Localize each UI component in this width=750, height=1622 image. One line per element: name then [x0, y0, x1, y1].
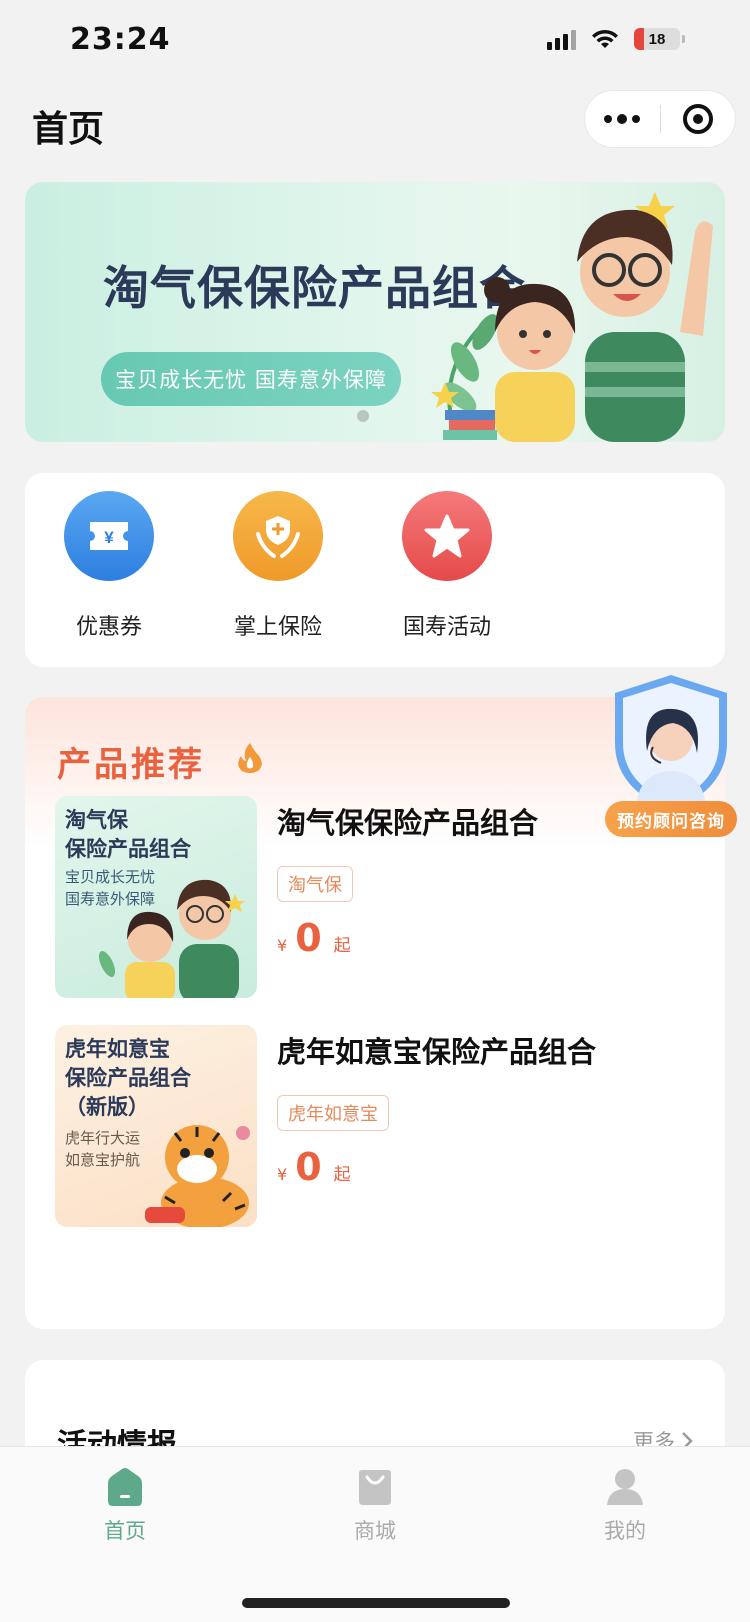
- battery-level: 18: [648, 30, 666, 48]
- svg-text:¥: ¥: [104, 528, 114, 547]
- thumb-subtitle-line: 虎年行大运: [65, 1129, 141, 1147]
- tiger-illustration: [145, 1125, 250, 1227]
- tab-label: 我的: [604, 1519, 646, 1543]
- product-price: ¥ 0 起: [277, 1145, 351, 1189]
- family-illustration: [98, 879, 245, 998]
- quick-item-mobile-insurance[interactable]: 掌上保险: [218, 491, 338, 641]
- home-icon: [108, 1468, 142, 1506]
- shopping-bag-icon: [359, 1470, 391, 1505]
- thumb-title-line: 保险产品组合: [65, 1066, 191, 1090]
- banner-illustration: [431, 192, 713, 442]
- tab-label: 商城: [354, 1519, 396, 1543]
- target-icon: [682, 104, 713, 134]
- product-card[interactable]: 虎年如意宝 保险产品组合 （新版） 虎年行大运 如意宝护航 虎年如意宝保险产品组…: [55, 1025, 695, 1227]
- price-value: 0: [295, 916, 322, 960]
- advisor-avatar-icon: [615, 675, 727, 811]
- advisor-label: 预约顾问咨询: [605, 801, 737, 837]
- thumb-title: 虎年如意宝 保险产品组合 （新版）: [65, 1035, 191, 1122]
- thumb-title-line: 虎年如意宝: [65, 1037, 170, 1061]
- quick-item-coupon[interactable]: ¥ 优惠券: [49, 491, 169, 641]
- thumb-title: 淘气保 保险产品组合: [65, 806, 191, 864]
- product-price: ¥ 0 起: [277, 916, 351, 960]
- coupon-icon: ¥: [64, 491, 154, 581]
- tab-label: 首页: [104, 1519, 146, 1543]
- user-icon: [607, 1469, 643, 1505]
- status-time: 23:24: [70, 22, 171, 57]
- quick-label-coupon: 优惠券: [75, 615, 142, 640]
- carousel-indicator[interactable]: [357, 410, 369, 422]
- wifi-icon: [592, 29, 618, 48]
- quick-label-activities: 国寿活动: [402, 615, 491, 640]
- promo-banner[interactable]: 淘气保保险产品组合 宝贝成长无忧 国寿意外保障: [25, 182, 725, 442]
- price-value: 0: [295, 1145, 322, 1189]
- advisor-consult-button[interactable]: 预约顾问咨询: [605, 673, 737, 843]
- product-tag: 虎年如意宝: [277, 1095, 389, 1131]
- product-name: 虎年如意宝保险产品组合: [277, 1035, 597, 1069]
- flame-icon: [238, 743, 262, 773]
- product-thumbnail: 淘气保 保险产品组合 宝贝成长无忧 国寿意外保障: [55, 796, 257, 998]
- price-suffix: 起: [333, 1165, 351, 1185]
- banner-subtitle: 宝贝成长无忧 国寿意外保障: [101, 352, 401, 406]
- quick-label-mobile-insurance: 掌上保险: [233, 615, 322, 640]
- product-tag: 淘气保: [277, 866, 353, 902]
- product-thumbnail: 虎年如意宝 保险产品组合 （新版） 虎年行大运 如意宝护航: [55, 1025, 257, 1227]
- cellular-signal-icon: [547, 28, 576, 50]
- quick-menu: ¥ 优惠券 掌上保险 国寿活动: [25, 473, 725, 667]
- status-icons: 18: [547, 28, 685, 50]
- price-currency: ¥: [277, 936, 288, 955]
- home-indicator: [242, 1598, 510, 1608]
- thumb-title-line: 淘气保: [65, 808, 128, 832]
- star-icon: [402, 491, 492, 581]
- page-title: 首页: [32, 109, 105, 150]
- close-miniprogram-button[interactable]: [661, 104, 736, 134]
- product-card[interactable]: 淘气保 保险产品组合 宝贝成长无忧 国寿意外保障 淘气保保险产品组合 淘气保 ¥…: [55, 796, 695, 998]
- quick-item-activities[interactable]: 国寿活动: [387, 491, 507, 641]
- thumb-subtitle-line: 如意宝护航: [65, 1151, 141, 1169]
- hands-shield-icon: [233, 491, 323, 581]
- product-name: 淘气保保险产品组合: [277, 806, 539, 840]
- tab-mall[interactable]: 商城: [300, 1467, 450, 1545]
- price-suffix: 起: [333, 936, 351, 956]
- tab-bar: 首页 商城 我的: [0, 1446, 750, 1622]
- battery-icon: 18: [634, 28, 685, 50]
- more-options-button[interactable]: [585, 113, 660, 124]
- thumb-subtitle: 虎年行大运 如意宝护航: [65, 1127, 140, 1171]
- miniprogram-capsule: [584, 90, 736, 148]
- tab-mine[interactable]: 我的: [550, 1467, 700, 1545]
- thumb-title-line: 保险产品组合: [65, 837, 191, 861]
- price-currency: ¥: [277, 1165, 288, 1184]
- tab-home[interactable]: 首页: [50, 1467, 200, 1545]
- section-heading: 产品推荐: [57, 745, 205, 785]
